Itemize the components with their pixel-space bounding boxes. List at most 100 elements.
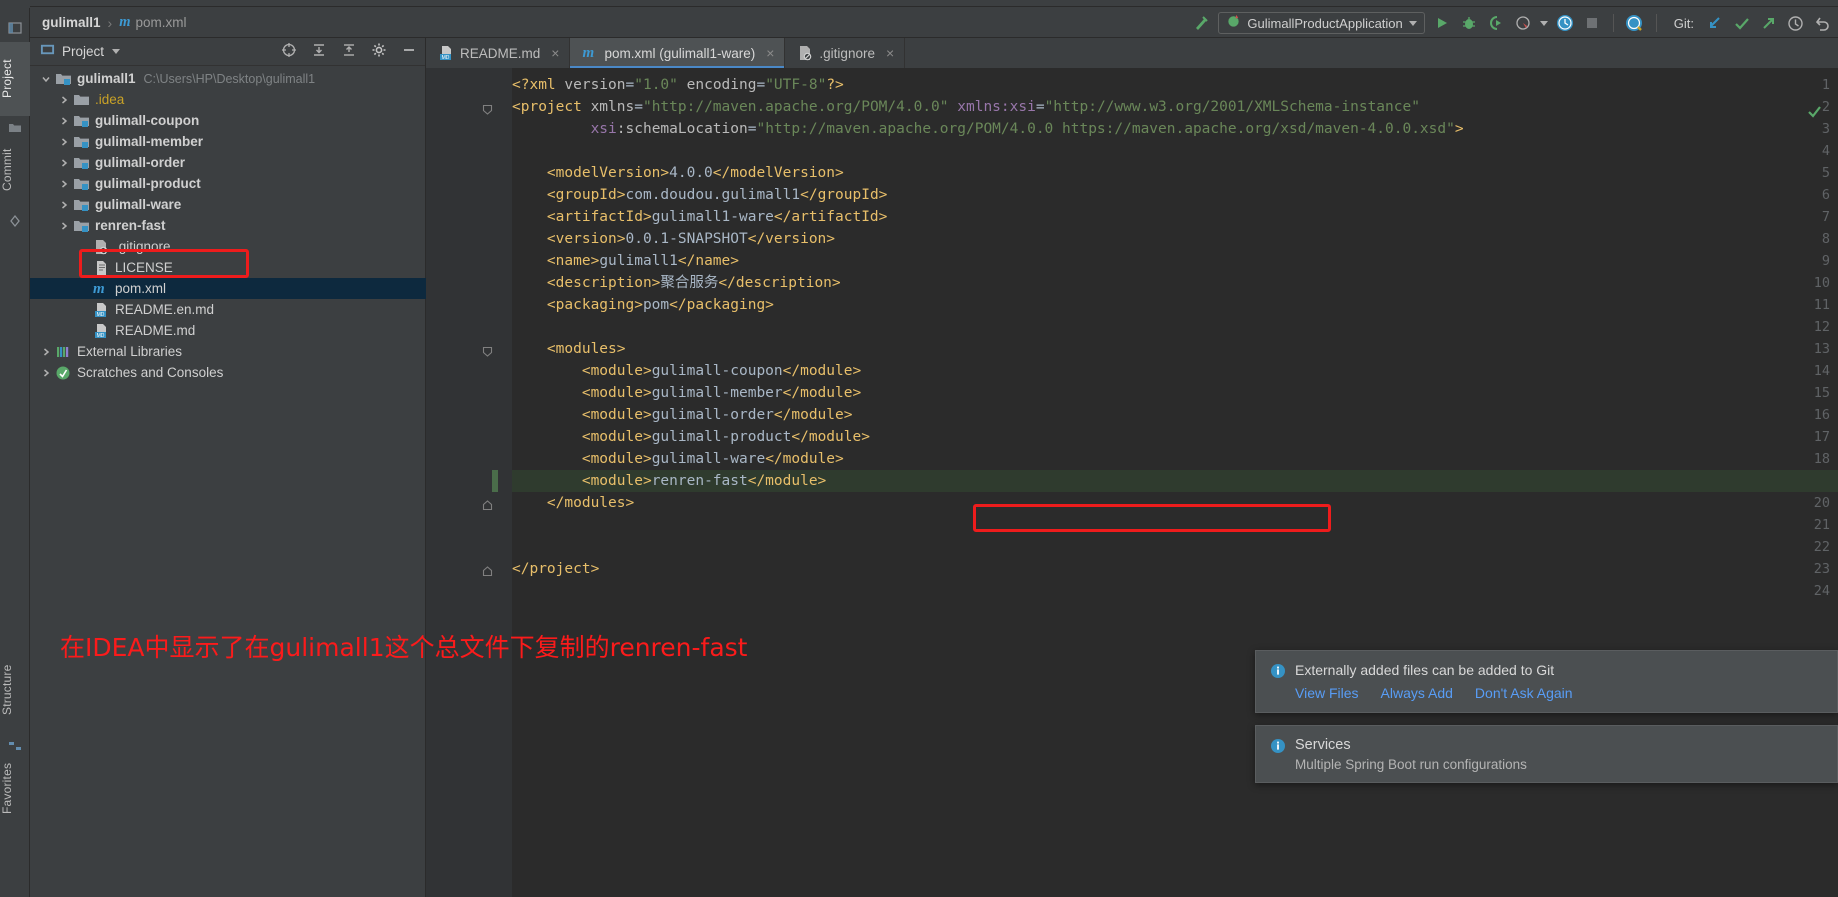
editor-tab-bar[interactable]: MD README.md × m pom.xml (gulimall1-ware) × .g… [426,38,1838,68]
stop-icon[interactable] [1582,13,1602,33]
profiler-icon[interactable] [1513,13,1533,33]
project-tree[interactable]: gulimall1 C:\Users\HP\Desktop\gulimall1 .i… [30,66,426,383]
code-line[interactable]: <artifactId>gulimall1-ware</artifactId> [512,206,887,228]
sidebar-tab-commit[interactable]: Commit [0,134,30,206]
code-line[interactable]: <groupId>com.doudou.gulimall1</groupId> [512,184,888,206]
tree-node-gulimall-ware[interactable]: gulimall-ware [30,194,426,215]
code-line[interactable]: <name>gulimall1</name> [512,250,739,272]
code-line[interactable]: <description>聚合服务</description> [512,272,841,294]
breadcrumb-file[interactable]: pom.xml [135,15,186,30]
code-line[interactable]: <module>gulimall-order</module> [512,404,853,426]
git-notification[interactable]: Externally added files can be added to G… [1255,650,1838,713]
sidebar-tab-project[interactable]: Project [0,42,30,116]
chevron-right-icon[interactable] [58,220,70,232]
inspection-ok-icon[interactable] [1807,104,1822,123]
blue-clock-icon[interactable] [1555,13,1575,33]
tree-node-idea[interactable]: .idea [30,89,426,110]
close-icon[interactable]: × [766,45,774,61]
download-arrow-icon[interactable] [1704,13,1724,33]
coverage-icon[interactable] [1486,13,1506,33]
code-line[interactable]: </modules> [512,492,634,514]
chevron-right-icon[interactable] [58,94,70,106]
fold-close-icon[interactable] [482,498,493,511]
tree-node-renren-fast[interactable]: renren-fast [30,215,426,236]
breadcrumb-bar: gulimall1 › m pom.xml GulimallProductApp… [30,8,1838,38]
chevron-down-icon[interactable] [40,73,52,85]
module-folder-icon [73,218,90,234]
run-configuration-selector[interactable]: GulimallProductApplication [1218,12,1425,34]
tree-node-gulimall-order[interactable]: gulimall-order [30,152,426,173]
project-chevron-down-icon[interactable] [112,49,121,54]
code-line[interactable]: <module>gulimall-ware</module> [512,448,844,470]
code-line[interactable]: </project> [512,558,599,580]
tree-node-readme-md[interactable]: MD README.md [30,320,426,341]
code-token: = [756,77,766,93]
project-structure-icon[interactable] [7,20,23,36]
editor-tab-gitignore[interactable]: .gitignore × [785,38,906,68]
services-notification[interactable]: Services Multiple Spring Boot run config… [1255,725,1838,783]
chevron-right-icon[interactable] [58,115,70,127]
hammer-icon[interactable] [1191,13,1211,33]
close-icon[interactable]: × [886,45,894,61]
chevron-right-icon[interactable] [58,136,70,148]
editor-tab-pom-xml-gulimall1-ware[interactable]: m pom.xml (gulimall1-ware) × [570,38,786,68]
chevron-right-icon[interactable] [58,178,70,190]
sidebar-tab-favorites[interactable]: Favorites [0,748,30,828]
fold-close-icon[interactable] [482,564,493,577]
tree-node-gulimall-product[interactable]: gulimall-product [30,173,426,194]
fold-open-icon[interactable] [482,344,493,357]
services-icon[interactable] [1625,13,1645,33]
bug-icon[interactable] [1459,13,1479,33]
expand-all-icon[interactable] [311,42,327,63]
code-line[interactable]: <project xmlns="http://maven.apache.org/… [512,96,1420,118]
vcs-change-marker[interactable] [492,470,498,492]
sidebar-tab-structure[interactable]: Structure [0,648,30,732]
tree-node-gulimall-member[interactable]: gulimall-member [30,131,426,152]
no-arrow [78,304,90,316]
code-line[interactable]: <module>gulimall-member</module> [512,382,861,404]
view-files-link[interactable]: View Files [1295,685,1359,701]
tree-node-gulimall-coupon[interactable]: gulimall-coupon [30,110,426,131]
code-line[interactable]: <?xml version="1.0" encoding="UTF-8"?> [512,74,844,96]
dont-ask-again-link[interactable]: Don't Ask Again [1475,685,1573,701]
chevron-right-icon[interactable] [40,367,52,379]
code-line[interactable]: <module>renren-fast</module> [512,470,826,492]
always-add-link[interactable]: Always Add [1381,685,1453,701]
editor-tab-readme-md[interactable]: MD README.md × [426,38,571,68]
module-folder-icon [55,71,72,87]
breadcrumb-project[interactable]: gulimall1 [42,15,101,30]
tree-node-external-libraries[interactable]: External Libraries [30,341,426,362]
code-line[interactable]: <packaging>pom</packaging> [512,294,774,316]
commit-diamond-icon[interactable] [7,213,23,229]
tree-node-gulimall1[interactable]: gulimall1 C:\Users\HP\Desktop\gulimall1 [30,68,426,89]
push-arrow-icon[interactable] [1758,13,1778,33]
code-line[interactable]: <module>gulimall-coupon</module> [512,360,861,382]
chevron-right-icon[interactable] [40,346,52,358]
code-line[interactable]: <version>0.0.1-SNAPSHOT</version> [512,228,835,250]
tree-node-scratches-and-consoles[interactable]: Scratches and Consoles [30,362,426,383]
close-icon[interactable]: × [551,45,559,61]
play-icon[interactable] [1432,13,1452,33]
select-opened-file-icon[interactable] [281,42,297,63]
chevron-right-icon[interactable] [58,199,70,211]
settings-gear-icon[interactable] [371,42,387,63]
tree-node-gitignore[interactable]: .gitignore [30,236,426,257]
collapse-all-icon[interactable] [341,42,357,63]
tree-node-license[interactable]: LICENSE [30,257,426,278]
chevron-right-icon[interactable] [58,157,70,169]
code-line[interactable]: <modules> [512,338,626,360]
code-line[interactable]: xsi:schemaLocation="http://maven.apache.… [512,118,1464,140]
profiler-chevron-down-icon[interactable] [1539,20,1548,26]
chevron-down-icon[interactable] [1408,20,1417,26]
code-line[interactable]: <modelVersion>4.0.0</modelVersion> [512,162,844,184]
tree-node-readme-en-md[interactable]: MD README.en.md [30,299,426,320]
tree-node-pom-xml[interactable]: m pom.xml [30,278,426,299]
undo-icon[interactable] [1812,13,1832,33]
clock-icon[interactable] [1785,13,1805,33]
code-line[interactable]: <module>gulimall-product</module> [512,426,870,448]
hide-panel-icon[interactable] [401,42,417,63]
check-icon[interactable] [1731,13,1751,33]
fold-open-icon[interactable] [482,102,493,115]
